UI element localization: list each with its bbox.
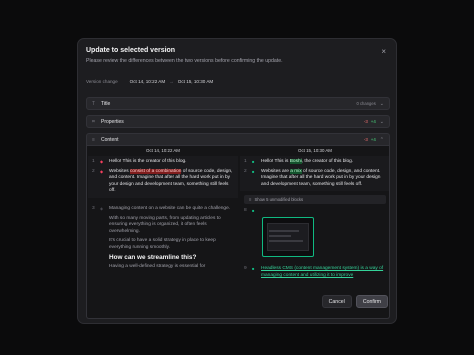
image-content-line: [269, 234, 291, 237]
line-number: 1: [92, 159, 95, 164]
confirm-button[interactable]: Confirm: [355, 295, 388, 308]
line-text: Hello! This is Boshi, the creator of thi…: [261, 159, 386, 166]
added-square-icon: ■: [252, 208, 255, 214]
update-version-dialog: Update to selected version × Please revi…: [77, 38, 397, 324]
text-segment: Hello! This is: [261, 159, 290, 164]
section-label: Title: [101, 100, 111, 107]
inserted-text: Boshi: [289, 159, 302, 164]
deleted-text: consist of a combination: [129, 168, 182, 174]
column-header: Oct 15, 10:30 AM: [298, 148, 332, 153]
line-number: [92, 238, 100, 251]
added-image: [262, 216, 314, 257]
added-square-icon: ■: [252, 265, 255, 271]
chevron-up-icon: ⌃: [379, 136, 384, 143]
close-icon[interactable]: ×: [381, 47, 386, 56]
line-heading: How can we streamline this?: [109, 253, 197, 261]
chevron-down-icon: ⌄: [379, 118, 384, 125]
dialog-subtitle: Please review the differences between th…: [86, 58, 283, 64]
removed-block: 1 ◆ Hello! This is the creator of this b…: [88, 156, 238, 198]
diff-column-old: Oct 14, 10:22 AM 1 ◆ Hello! This is the …: [88, 146, 238, 318]
show-unmodified-button[interactable]: ≡ Show 5 unmodified blocks: [244, 195, 386, 205]
removed-diamond-icon: ◆: [100, 168, 104, 174]
line-marker: [100, 254, 109, 262]
image-preview: [267, 222, 309, 251]
line-text: With so many moving parts, from updating…: [109, 215, 221, 234]
line-text: [261, 208, 386, 215]
content-diff: Oct 14, 10:22 AM 1 ◆ Hello! This is the …: [86, 146, 390, 319]
removed-count: -3: [363, 119, 368, 124]
grid-icon: ⌗: [92, 118, 95, 125]
to-version: Oct 15, 10:30 AM: [177, 79, 214, 84]
text-icon: T: [92, 100, 96, 107]
diff-line: Having a well-defined strategy is essent…: [88, 264, 238, 271]
line-number: 3: [92, 205, 95, 211]
version-change-label: Version change: [86, 79, 118, 84]
line-number: 8: [244, 208, 247, 214]
line-number: 9: [244, 265, 247, 271]
section-title[interactable]: T Title 0 changes ⌄: [86, 97, 390, 110]
line-number: [92, 264, 100, 271]
line-number: 1: [244, 159, 247, 164]
from-version: Oct 14, 10:22 AM: [129, 79, 166, 84]
line-text: Hello! This is the creator of this blog.: [109, 159, 187, 164]
removed-diamond-icon: ◆: [100, 159, 104, 164]
dialog-footer: Cancel Confirm: [321, 295, 388, 308]
text-segment: Websites: [109, 168, 130, 174]
dialog-title: Update to selected version: [86, 47, 176, 54]
section-label: Content: [101, 136, 119, 143]
line-marker: [100, 264, 109, 271]
line-number: [92, 216, 100, 236]
arrow-right-icon: →: [169, 79, 174, 84]
expand-icon: ≡: [249, 197, 252, 203]
line-text: Websites consist of a combination of sou…: [109, 168, 234, 195]
diff-line: 9 ■ Headless CMS (content management sys…: [240, 265, 389, 279]
diff-line: With so many moving parts, from updating…: [88, 216, 238, 236]
lines-icon: ≡: [92, 136, 95, 143]
diff-line: It's crucial to have a solid strategy in…: [88, 238, 238, 251]
line-text: It's crucial to have a solid strategy in…: [109, 238, 216, 250]
unchanged-dot-icon: ◈: [100, 205, 104, 211]
version-change-values: Oct 14, 10:22 AM → Oct 15, 10:30 AM: [130, 79, 214, 84]
diff-line: 2 ■ Websites are a mix of source code, d…: [240, 168, 389, 189]
diff-line: 1 ■ Hello! This is Boshi, the creator of…: [240, 159, 389, 166]
added-block: 1 ■ Hello! This is Boshi, the creator of…: [240, 156, 389, 192]
diff-line: 1 ◆ Hello! This is the creator of this b…: [88, 159, 238, 166]
diff-column-new: Oct 15, 10:30 AM 1 ■ Hello! This is Bosh…: [240, 146, 389, 318]
added-count: +4: [370, 119, 376, 124]
inserted-text: a mix: [290, 168, 302, 174]
line-text: Headless CMS (content management system)…: [261, 265, 384, 278]
removed-count: -3: [363, 137, 368, 142]
line-marker: [100, 216, 109, 236]
image-content-line: [269, 239, 303, 242]
show-unmodified-label: Show 5 unmodified blocks: [254, 197, 304, 203]
line-number: [92, 254, 100, 262]
added-count: +4: [370, 137, 376, 142]
section-label: Properties: [101, 118, 124, 125]
line-marker: [100, 238, 109, 251]
section-content[interactable]: ≡ Content -3 +4 ⌃: [86, 133, 390, 146]
cancel-button[interactable]: Cancel: [321, 295, 352, 308]
text-segment: Websites are: [261, 168, 291, 174]
image-content-line: [269, 229, 299, 232]
column-header: Oct 14, 10:22 AM: [146, 148, 180, 153]
line-text: Having a well-defined strategy is essent…: [109, 263, 206, 269]
section-properties[interactable]: ⌗ Properties -3 +4 ⌄: [86, 115, 390, 128]
diff-line: 3 ◈ Managing content on a website can be…: [88, 206, 238, 213]
line-number: 2: [92, 168, 95, 174]
text-segment: , the creator of this blog.: [301, 159, 354, 164]
diff-line: 8 ■: [240, 208, 389, 215]
line-number: 2: [244, 168, 247, 174]
diff-line: 2 ◆ Websites consist of a combination of…: [88, 168, 238, 195]
chevron-down-icon: ⌄: [379, 100, 384, 107]
added-square-icon: ■: [252, 168, 255, 174]
line-text: Websites are a mix of source code, desig…: [261, 168, 386, 189]
line-text: Managing content on a website can be qui…: [109, 205, 231, 211]
added-square-icon: ■: [252, 159, 255, 164]
change-count: 0 changes: [356, 101, 376, 106]
version-change-row: Version change Oct 14, 10:22 AM → Oct 15…: [86, 79, 213, 84]
diff-line: How can we streamline this?: [88, 254, 238, 262]
